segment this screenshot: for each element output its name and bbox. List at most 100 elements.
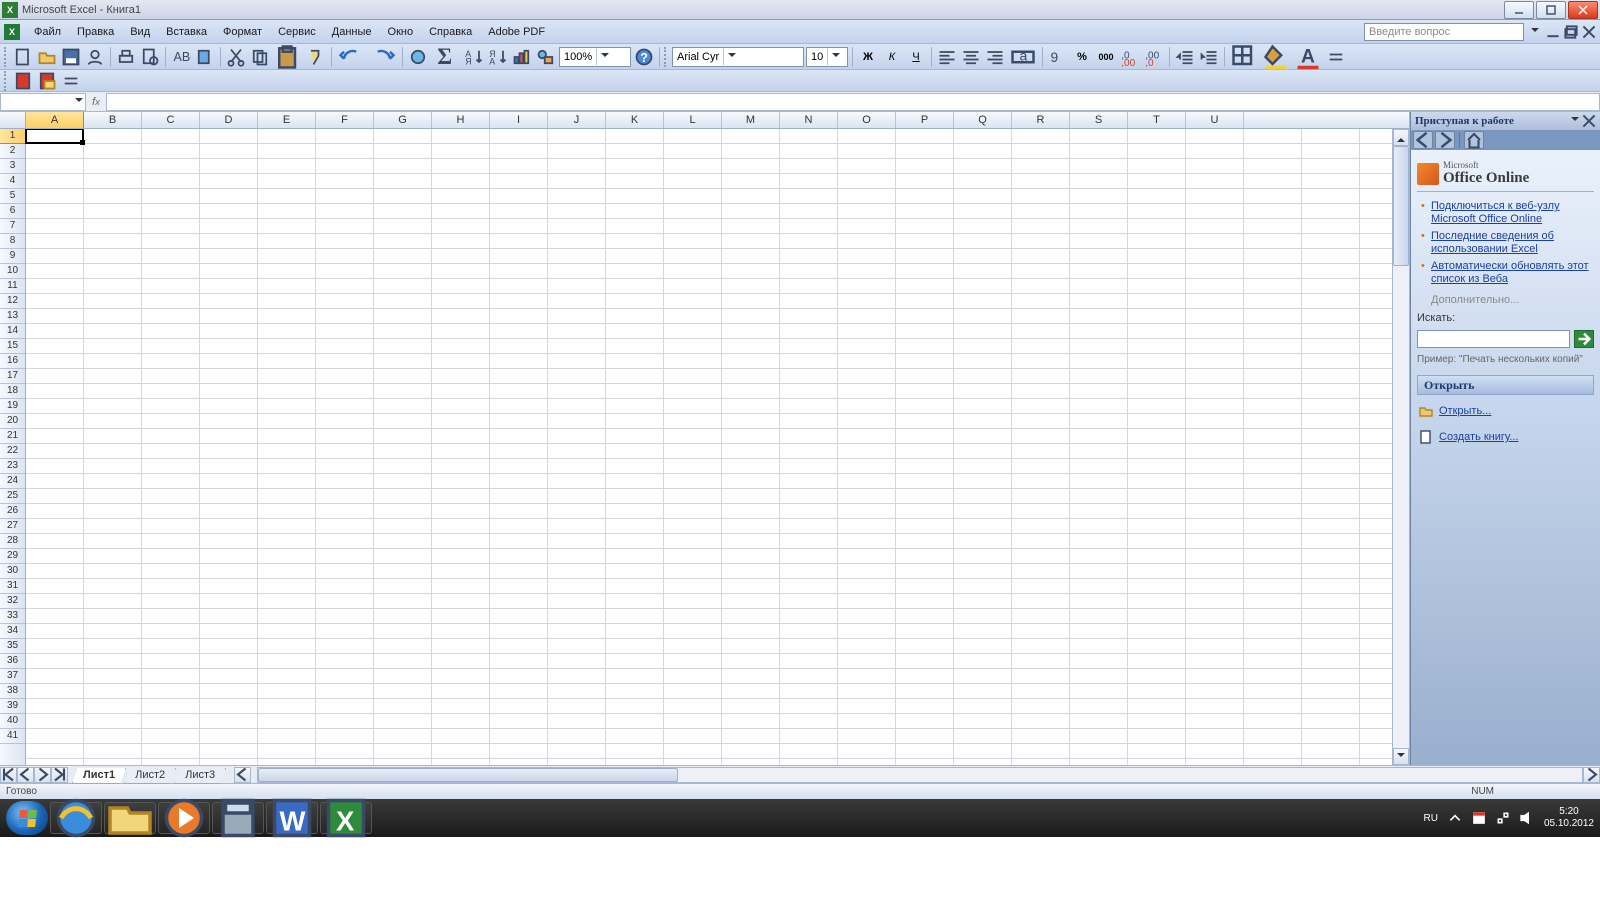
currency-button[interactable]: 9 bbox=[1047, 46, 1069, 68]
row-header[interactable]: 15 bbox=[0, 339, 25, 354]
taskpane-home-button[interactable] bbox=[1464, 131, 1484, 149]
percent-button[interactable]: % bbox=[1071, 46, 1093, 68]
taskpane-link[interactable]: Автоматически обновлять этот список из В… bbox=[1421, 258, 1594, 288]
column-header[interactable]: I bbox=[490, 112, 548, 128]
font-name-combo[interactable]: Arial Cyr bbox=[672, 47, 804, 67]
row-header[interactable]: 38 bbox=[0, 684, 25, 699]
autosum-button[interactable]: Σ bbox=[431, 46, 461, 68]
column-header[interactable]: B bbox=[84, 112, 142, 128]
research-button[interactable] bbox=[194, 46, 216, 68]
ask-question-dropdown[interactable] bbox=[1528, 25, 1542, 39]
hyperlink-button[interactable] bbox=[407, 46, 429, 68]
column-header[interactable]: R bbox=[1012, 112, 1070, 128]
tray-language-indicator[interactable]: RU bbox=[1423, 813, 1437, 824]
row-header[interactable]: 17 bbox=[0, 369, 25, 384]
row-header[interactable]: 30 bbox=[0, 564, 25, 579]
doc-close-button[interactable] bbox=[1582, 25, 1596, 39]
horizontal-scrollbar[interactable] bbox=[257, 767, 1583, 783]
chart-wizard-button[interactable] bbox=[511, 46, 533, 68]
row-header[interactable]: 24 bbox=[0, 474, 25, 489]
align-center-button[interactable] bbox=[960, 46, 982, 68]
row-header[interactable]: 6 bbox=[0, 204, 25, 219]
align-right-button[interactable] bbox=[984, 46, 1006, 68]
new-button[interactable] bbox=[12, 46, 34, 68]
open-button[interactable] bbox=[36, 46, 58, 68]
italic-button[interactable]: К bbox=[881, 46, 903, 68]
sheet-tab[interactable]: Лист3 bbox=[174, 768, 226, 784]
row-header[interactable]: 36 bbox=[0, 654, 25, 669]
row-header[interactable]: 19 bbox=[0, 399, 25, 414]
name-box[interactable] bbox=[0, 93, 86, 111]
taskpane-search-input[interactable] bbox=[1417, 330, 1570, 348]
print-preview-button[interactable] bbox=[139, 46, 161, 68]
increase-indent-button[interactable] bbox=[1198, 46, 1220, 68]
taskpane-close-button[interactable] bbox=[1582, 114, 1596, 128]
row-header[interactable]: 13 bbox=[0, 309, 25, 324]
align-left-button[interactable] bbox=[936, 46, 958, 68]
font-color-button[interactable]: A bbox=[1293, 46, 1323, 68]
fill-handle[interactable] bbox=[80, 140, 85, 145]
menu-edit[interactable]: Правка bbox=[69, 24, 122, 40]
increase-decimal-button[interactable]: ,00,0 bbox=[1143, 46, 1165, 68]
tray-network-icon[interactable] bbox=[1496, 811, 1510, 825]
toolbar-grip-icon[interactable] bbox=[664, 47, 668, 67]
cell-area[interactable] bbox=[26, 129, 1392, 765]
formula-input[interactable] bbox=[106, 93, 1600, 111]
menu-insert[interactable]: Вставка bbox=[158, 24, 215, 40]
taskpane-back-button[interactable] bbox=[1413, 131, 1433, 149]
tab-nav-first-button[interactable] bbox=[0, 767, 17, 783]
tab-nav-prev-button[interactable] bbox=[17, 767, 34, 783]
row-header[interactable]: 35 bbox=[0, 639, 25, 654]
row-header[interactable]: 1 bbox=[0, 129, 25, 144]
column-header[interactable]: T bbox=[1128, 112, 1186, 128]
redo-button[interactable] bbox=[368, 46, 398, 68]
taskbar-word-button[interactable]: W bbox=[266, 802, 318, 834]
scroll-right-button[interactable] bbox=[1583, 767, 1600, 783]
column-header[interactable]: G bbox=[374, 112, 432, 128]
row-header[interactable]: 12 bbox=[0, 294, 25, 309]
scroll-left-button[interactable] bbox=[234, 767, 251, 783]
column-header[interactable]: O bbox=[838, 112, 896, 128]
taskpane-open-link[interactable]: Открыть... bbox=[1417, 401, 1594, 421]
toolbar-options-button[interactable] bbox=[1325, 46, 1347, 68]
taskbar-mediaplayer-button[interactable] bbox=[158, 802, 210, 834]
menu-help[interactable]: Справка bbox=[421, 24, 480, 40]
ask-question-box[interactable]: Введите вопрос bbox=[1364, 23, 1524, 41]
row-header[interactable]: 21 bbox=[0, 429, 25, 444]
menu-view[interactable]: Вид bbox=[122, 24, 158, 40]
window-close-button[interactable] bbox=[1568, 1, 1598, 19]
underline-button[interactable]: Ч bbox=[905, 46, 927, 68]
taskpane-link[interactable]: Последние сведения об использовании Exce… bbox=[1421, 228, 1594, 258]
convert-to-pdf-email-button[interactable] bbox=[36, 70, 58, 92]
tab-nav-next-button[interactable] bbox=[34, 767, 51, 783]
column-header[interactable]: L bbox=[664, 112, 722, 128]
column-header[interactable]: C bbox=[142, 112, 200, 128]
menu-tools[interactable]: Сервис bbox=[270, 24, 324, 40]
doc-minimize-button[interactable] bbox=[1546, 25, 1560, 39]
format-painter-button[interactable] bbox=[305, 46, 327, 68]
column-header[interactable]: K bbox=[606, 112, 664, 128]
column-header[interactable]: J bbox=[548, 112, 606, 128]
column-header[interactable]: H bbox=[432, 112, 490, 128]
row-header[interactable]: 28 bbox=[0, 534, 25, 549]
select-all-corner[interactable] bbox=[0, 112, 26, 128]
window-minimize-button[interactable] bbox=[1504, 1, 1534, 19]
tray-clock[interactable]: 5:2005.10.2012 bbox=[1544, 806, 1594, 830]
copy-button[interactable] bbox=[249, 46, 271, 68]
zoom-combo[interactable]: 100% bbox=[559, 47, 631, 67]
row-header[interactable]: 11 bbox=[0, 279, 25, 294]
row-header[interactable]: 20 bbox=[0, 414, 25, 429]
row-header[interactable]: 33 bbox=[0, 609, 25, 624]
row-header[interactable]: 39 bbox=[0, 699, 25, 714]
tray-flag-icon[interactable] bbox=[1472, 811, 1486, 825]
menu-data[interactable]: Данные bbox=[324, 24, 380, 40]
row-header[interactable]: 9 bbox=[0, 249, 25, 264]
column-header[interactable]: P bbox=[896, 112, 954, 128]
scroll-down-button[interactable] bbox=[1393, 748, 1409, 765]
menu-adobe-pdf[interactable]: Adobe PDF bbox=[480, 24, 553, 40]
fill-color-button[interactable] bbox=[1261, 46, 1291, 68]
row-header[interactable]: 22 bbox=[0, 444, 25, 459]
column-header[interactable]: F bbox=[316, 112, 374, 128]
scroll-thumb[interactable] bbox=[1393, 146, 1409, 266]
column-header[interactable]: M bbox=[722, 112, 780, 128]
